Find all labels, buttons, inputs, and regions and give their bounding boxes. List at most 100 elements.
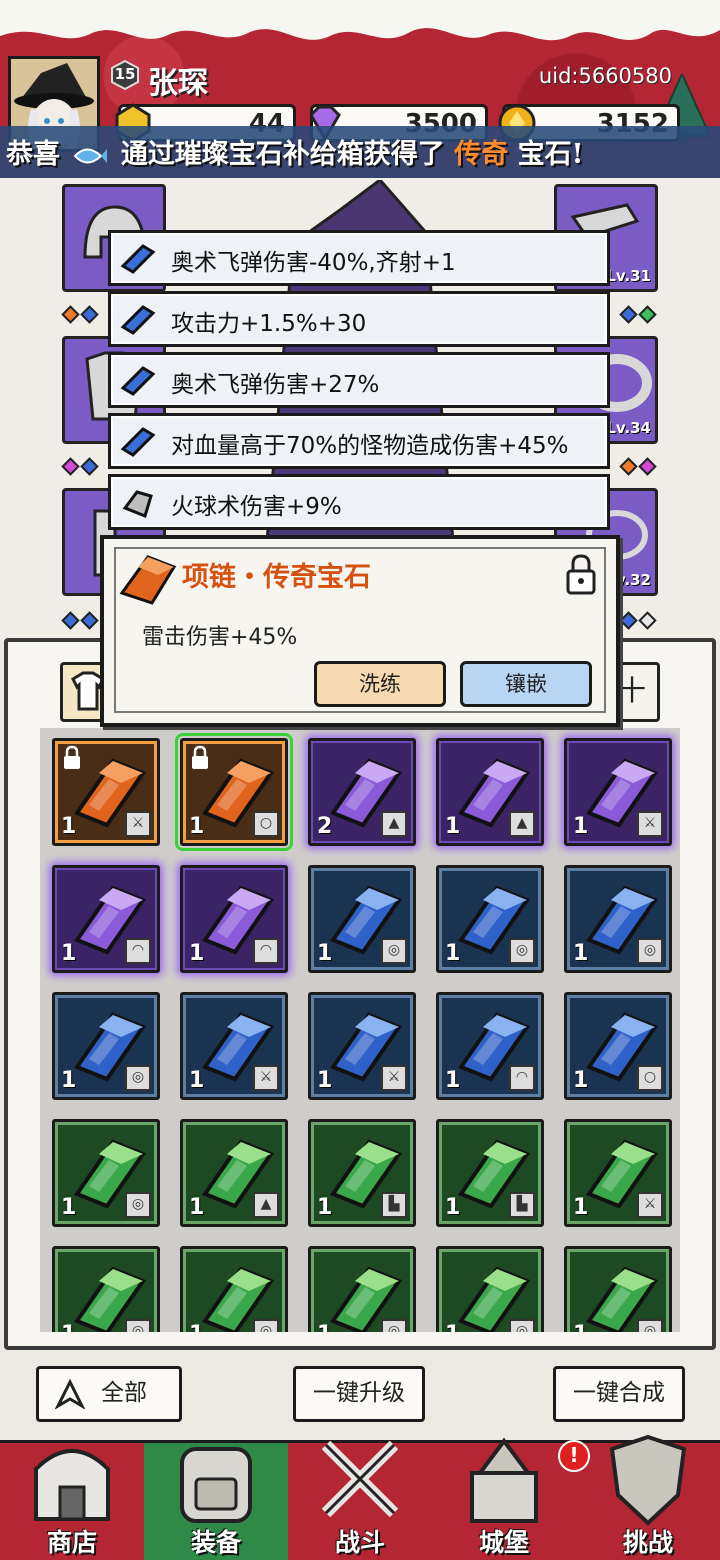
nav-challenge[interactable]: 挑战: [576, 1434, 720, 1560]
socket-dot: [619, 305, 638, 324]
gem-cell[interactable]: 1 ◠: [180, 865, 288, 973]
announcement-suffix: 宝石!: [517, 139, 584, 170]
snow-decoration: [0, 0, 720, 41]
gem-cell[interactable]: 1◎: [52, 1246, 160, 1332]
ring-slot-icon: ◎: [125, 1319, 151, 1332]
gem-cell[interactable]: 1 ◠: [436, 992, 544, 1100]
ring-level: Lv.34: [606, 419, 651, 437]
helmet-slot-icon: ◠: [509, 1065, 535, 1091]
gem-cell[interactable]: 1◎: [180, 1246, 288, 1332]
gem-quantity: 1: [317, 1068, 333, 1093]
crossed-swords-icon: [321, 1440, 399, 1518]
blue-gem-icon: [120, 305, 156, 335]
backpack-icon: [180, 1447, 252, 1523]
header: 15 张琛 uid:5660580 44 3500 3152 恭喜 通过璀璨宝石…: [0, 0, 720, 190]
gem-quantity: 1: [189, 1068, 205, 1093]
gem-cell[interactable]: 1 ○: [175, 733, 293, 851]
weapon-slot-icon: ⚔: [637, 811, 663, 837]
gem-quantity: 1: [61, 941, 77, 966]
gem-cell[interactable]: 1◎: [436, 865, 544, 973]
necklace-slot-icon: ○: [637, 1065, 663, 1091]
ring-slot-icon: ◎: [125, 1192, 151, 1218]
gem-cell[interactable]: 1 ▙: [436, 1119, 544, 1227]
affix-text: 奥术飞弹伤害+27%: [171, 372, 380, 398]
gem-quantity: 1: [61, 814, 77, 839]
gem-cell[interactable]: 1 ○: [564, 992, 672, 1100]
nav-shop-label: 商店: [46, 1528, 97, 1557]
socket-dot: [80, 305, 99, 324]
castle-alert-badge: !: [558, 1440, 590, 1472]
gem-cell[interactable]: 1 ⚔: [180, 992, 288, 1100]
gem-cell[interactable]: 1◎: [52, 1119, 160, 1227]
gem-quantity: 1: [189, 1322, 204, 1332]
gem-quantity: 1: [61, 1195, 77, 1220]
gem-cell[interactable]: 1◎: [564, 1246, 672, 1332]
announcement-prefix: 恭喜: [6, 139, 60, 170]
weapon-level: Lv.31: [606, 267, 651, 285]
gem-cell[interactable]: 1 ▙: [308, 1119, 416, 1227]
gem-sockets-weapon: [619, 305, 657, 326]
affix-line: 奥术飞弹伤害-40%,齐射+1: [108, 230, 610, 286]
gem-cell[interactable]: 2 ▲: [308, 738, 416, 846]
inlay-button[interactable]: 镶嵌: [460, 661, 592, 707]
ring-slot-icon: ◎: [637, 1319, 663, 1332]
gem-quantity: 1: [573, 1322, 588, 1332]
affix-text: 对血量高于70%的怪物造成伤害+45%: [171, 433, 569, 459]
gem-quantity: 1: [445, 1195, 461, 1220]
filter-all-label: 全部: [101, 1380, 147, 1406]
gem-cell[interactable]: 1 ⚔: [308, 992, 416, 1100]
legendary-gem-icon: [119, 555, 177, 605]
shop-icon: [34, 1449, 110, 1521]
helmet-slot-icon: ◠: [125, 938, 151, 964]
player-level-badge: 15: [110, 59, 140, 91]
player-level: 15: [114, 65, 136, 83]
gem-cell[interactable]: 1 ⚔: [564, 738, 672, 846]
one-click-upgrade-button[interactable]: 一键升级: [293, 1366, 425, 1422]
up-triangle-icon: [55, 1379, 85, 1409]
nav-equipment[interactable]: 装备: [144, 1443, 288, 1560]
one-click-merge-button[interactable]: 一键合成: [553, 1366, 685, 1422]
gem-cell[interactable]: 1 ▲: [180, 1119, 288, 1227]
refine-button[interactable]: 洗练: [314, 661, 446, 707]
gem-cell[interactable]: 1◎: [308, 1246, 416, 1332]
nav-castle[interactable]: 城堡: [432, 1437, 576, 1560]
socket-dot: [638, 457, 657, 476]
gem-sockets-ring: [619, 457, 657, 478]
weapon-slot-icon: ⚔: [125, 811, 151, 837]
affix-line: 对血量高于70%的怪物造成伤害+45%: [108, 413, 610, 469]
lock-icon[interactable]: [564, 553, 598, 595]
gem-quantity: 1: [573, 941, 589, 966]
gem-cell[interactable]: 1 ◠: [52, 865, 160, 973]
gem-grid: 1 ⚔ 1 ○ 2 ▲ 1 ▲ 1 ⚔ 1 ◠ 1 ◠ 1 ◎ 1 ◎ 1 ◎ 1 ◎ 1 ⚔ 1 ⚔ 1 ◠ 1 ○ 1 ◎ 1 ▲ 1 ▙ 1 ▙ 1 ⚔…: [40, 728, 680, 1332]
ring-slot-icon: ◎: [381, 938, 407, 964]
socket-dot: [61, 611, 80, 630]
gem-cell[interactable]: 1◎: [436, 1246, 544, 1332]
fish-icon: [74, 148, 108, 163]
grey-gem-icon: [122, 490, 153, 519]
gem-cell[interactable]: 1 ⚔: [564, 1119, 672, 1227]
announcement-middle: 通过璀璨宝石补给箱获得了: [120, 139, 445, 170]
gem-sockets-armor: [61, 457, 99, 478]
nav-challenge-label: 挑战: [622, 1528, 673, 1557]
gem-cell[interactable]: 1 ⚔: [52, 738, 160, 846]
filter-all-button[interactable]: 全部: [36, 1366, 182, 1422]
nav-shop[interactable]: 商店: [0, 1443, 144, 1560]
nav-battle-label: 战斗: [334, 1528, 385, 1557]
lock-icon: [192, 745, 208, 769]
gem-quantity: 1: [189, 1195, 205, 1220]
socket-dot: [80, 611, 99, 630]
nav-battle[interactable]: 战斗: [288, 1440, 432, 1560]
gem-cell[interactable]: 1◎: [52, 992, 160, 1100]
gem-cell[interactable]: 1◎: [308, 865, 416, 973]
gem-quantity: 1: [317, 1195, 333, 1220]
gem-title: 项链・传奇宝石: [182, 562, 371, 593]
gem-cell[interactable]: 1◎: [564, 865, 672, 973]
castle-icon: [470, 1437, 538, 1523]
armor-slot-icon: ▲: [509, 811, 535, 837]
gem-cell[interactable]: 1 ▲: [436, 738, 544, 846]
gem-quantity: 1: [573, 814, 589, 839]
blue-gem-icon: [120, 427, 156, 457]
gem-quantity: 1: [61, 1322, 76, 1332]
ring-slot-icon: ◎: [637, 938, 663, 964]
gem-quantity: 1: [445, 1322, 460, 1332]
